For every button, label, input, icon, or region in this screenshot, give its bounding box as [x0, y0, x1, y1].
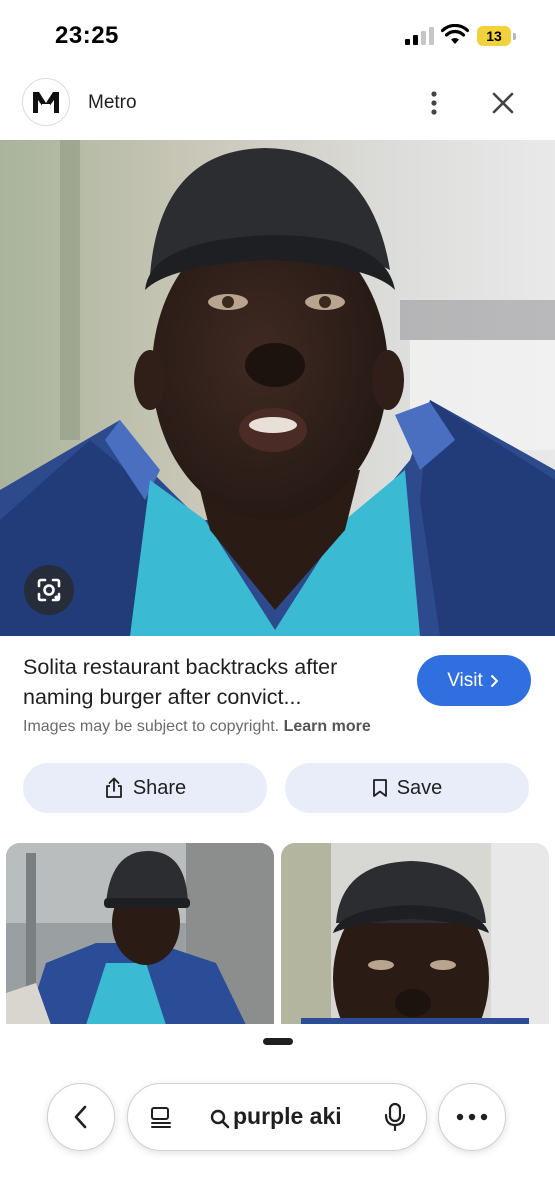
battery-icon: 13 [477, 26, 517, 46]
source-name[interactable]: Metro [88, 92, 137, 114]
learn-more-link[interactable]: Learn more [284, 718, 371, 735]
visit-button[interactable]: Visit [417, 655, 531, 706]
wifi-icon [441, 24, 469, 44]
share-icon [105, 777, 122, 798]
share-button[interactable]: Share [23, 763, 267, 813]
bookmark-icon [372, 779, 387, 797]
save-label: Save [396, 776, 443, 799]
close-icon[interactable] [488, 88, 518, 118]
copyright-text: Images may be subject to copyright. [23, 718, 280, 735]
chevron-left-icon [74, 1105, 87, 1129]
google-lens-button[interactable] [24, 565, 74, 615]
more-horiz-icon [456, 1113, 488, 1121]
status-time: 23:25 [55, 22, 119, 49]
battery-level: 13 [486, 28, 502, 44]
microphone-icon[interactable] [384, 1102, 406, 1132]
save-button[interactable]: Save [285, 763, 529, 813]
metro-logo-icon[interactable] [22, 78, 70, 126]
more-options-button[interactable] [438, 1083, 506, 1151]
search-query[interactable]: purple aki [233, 1103, 342, 1130]
share-label: Share [132, 776, 187, 799]
back-button[interactable] [47, 1083, 115, 1151]
lens-icon [37, 578, 61, 602]
copyright-notice: Images may be subject to copyright. Lear… [23, 718, 371, 736]
drag-handle[interactable] [263, 1038, 293, 1045]
chevron-right-icon [490, 674, 498, 687]
related-image-1[interactable] [6, 843, 274, 1025]
search-icon [210, 1109, 230, 1129]
result-title[interactable]: Solita restaurant backtracks after namin… [23, 652, 398, 712]
main-image[interactable] [0, 140, 555, 636]
visit-label: Visit [447, 669, 483, 691]
signal-icon [405, 27, 434, 45]
related-image-2[interactable] [281, 843, 549, 1025]
search-bar[interactable]: purple aki [127, 1083, 427, 1151]
more-vert-icon[interactable] [420, 88, 448, 118]
tabs-icon[interactable] [148, 1105, 174, 1131]
